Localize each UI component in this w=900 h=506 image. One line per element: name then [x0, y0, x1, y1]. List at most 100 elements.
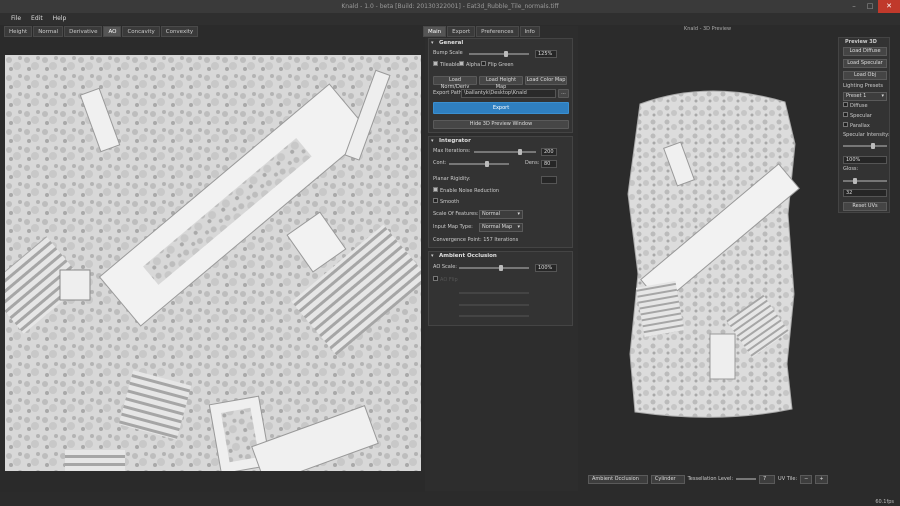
ao-scale-value[interactable]: 100% [535, 264, 557, 272]
menu-edit[interactable]: Edit [26, 13, 48, 25]
smooth-check[interactable] [433, 198, 438, 203]
gloss-value[interactable]: 32 [843, 189, 887, 197]
general-title: General [429, 39, 572, 47]
general-group: General Bump Scale 125% Tileable Alpha F… [428, 38, 573, 133]
hide-preview-button[interactable]: Hide 3D Preview Window [433, 120, 569, 129]
3d-preview-viewport[interactable] [580, 34, 835, 474]
viewport-footer [0, 480, 425, 492]
tab-ao[interactable]: AO [103, 26, 122, 37]
mesh-select[interactable]: Cylinder [650, 474, 685, 484]
max-iterations-knob[interactable] [517, 149, 522, 155]
export-path-label: Export Path: [433, 90, 464, 96]
bump-scale-value[interactable]: 125% [535, 50, 557, 58]
convergence-point: Convergence Point: 157 Iterations [433, 237, 519, 243]
fps-counter: 60.1fps [875, 499, 894, 505]
tab-preferences[interactable]: Preferences [476, 26, 519, 37]
smooth-checkbox[interactable]: Smooth [433, 198, 459, 206]
tab-normal[interactable]: Normal [33, 26, 64, 37]
close-button[interactable]: ✕ [878, 0, 900, 13]
dens-label: Dens: [525, 160, 540, 166]
tileable-check[interactable] [433, 61, 438, 66]
gloss-knob[interactable] [853, 178, 857, 184]
tab-concavity[interactable]: Concavity [122, 26, 160, 37]
flip-green-check[interactable] [481, 61, 486, 66]
tessellation-value[interactable]: 7 [759, 474, 776, 484]
cont-slider[interactable] [449, 161, 509, 167]
export-button[interactable]: Export [433, 102, 569, 114]
tab-export[interactable]: Export [447, 26, 476, 37]
browse-button[interactable]: ... [558, 89, 569, 98]
tab-main[interactable]: Main [423, 26, 447, 37]
max-iterations-value[interactable]: 200 [541, 148, 557, 156]
uv-tile-minus-button[interactable]: − [800, 474, 813, 484]
load-diffuse-button[interactable]: Load Diffuse [843, 47, 887, 56]
tab-height[interactable]: Height [4, 26, 33, 37]
export-path-field[interactable]: \ballantyk\Desktop\Knald Demo\export [461, 89, 556, 98]
tab-convexity[interactable]: Convexity [160, 26, 199, 37]
ao-scale-label: AO Scale: [433, 264, 457, 270]
max-iterations-slider[interactable] [474, 149, 536, 155]
preview-3d-panel: Preview 3D Load Diffuse Load Specular Lo… [838, 37, 890, 213]
ao-flip-checkbox: AO Flip [433, 276, 458, 284]
specular-intensity-knob[interactable] [871, 143, 875, 149]
specular-check[interactable] [843, 112, 848, 117]
lighting-preset-select[interactable]: Preset 1 [843, 92, 887, 101]
load-norm-button[interactable]: Load Norm/Deriv [433, 76, 477, 90]
status-bar: 60.1fps [0, 496, 900, 506]
diffuse-check[interactable] [843, 102, 848, 107]
tab-info[interactable]: Info [519, 26, 540, 37]
ao-map-viewport[interactable] [5, 55, 421, 471]
preview-title: Knald - 3D Preview [683, 26, 732, 32]
noise-reduction-check[interactable] [433, 187, 438, 192]
alpha-label: Alpha [466, 62, 481, 68]
specular-checkbox[interactable]: Specular [843, 112, 872, 119]
flip-green-checkbox[interactable]: Flip Green [481, 61, 514, 69]
specular-intensity-slider[interactable] [843, 143, 887, 149]
tileable-label: Tileable [440, 62, 460, 68]
menu-help[interactable]: Help [48, 13, 72, 25]
ao-scale-knob[interactable] [498, 265, 503, 271]
reset-uvs-button[interactable]: Reset UVs [843, 202, 887, 211]
3d-preview-mesh [627, 90, 800, 418]
tab-derivative[interactable]: Derivative [64, 26, 103, 37]
menu-file[interactable]: File [6, 13, 26, 25]
scale-of-features-select[interactable]: Normal [479, 210, 523, 219]
alpha-checkbox[interactable]: Alpha [459, 61, 480, 69]
ao-flip-check [433, 276, 438, 281]
minimize-button[interactable]: – [846, 0, 862, 13]
specular-intensity-value[interactable]: 100% [843, 156, 887, 164]
ao-disabled-slider-1 [459, 292, 529, 294]
noise-reduction-label: Enable Noise Reduction [440, 188, 500, 194]
load-height-button[interactable]: Load Height Map [479, 76, 523, 90]
dens-value[interactable]: 80 [541, 160, 557, 168]
noise-reduction-checkbox[interactable]: Enable Noise Reduction [433, 187, 499, 195]
title-text: Knald - 1.0 - beta [Build: 20130322001] … [341, 3, 559, 10]
load-color-button[interactable]: Load Color Map [525, 76, 567, 85]
panel-tabs: Main Export Preferences Info [423, 26, 541, 37]
load-specular-button[interactable]: Load Specular [843, 59, 887, 68]
preview-3d-title: Preview 3D [845, 39, 877, 45]
preview-mode-select[interactable]: Ambient Occlusion [588, 474, 648, 484]
gloss-slider[interactable] [843, 178, 887, 184]
integrator-title: Integrator [429, 137, 572, 145]
tessellation-label: Tessellation Level: [687, 476, 734, 482]
uv-tile-plus-button[interactable]: + [815, 474, 828, 484]
alpha-check[interactable] [459, 61, 464, 66]
input-map-type-select[interactable]: Normal Map [479, 223, 523, 232]
bump-scale-slider[interactable] [469, 51, 529, 57]
ao-map-image [5, 55, 421, 471]
smooth-label: Smooth [440, 199, 460, 205]
bump-scale-knob[interactable] [503, 51, 508, 57]
tileable-checkbox[interactable]: Tileable [433, 61, 459, 69]
parallax-checkbox[interactable]: Parallax [843, 122, 870, 129]
specular-intensity-label: Specular Intensity: [843, 132, 890, 138]
ao-disabled-slider-3 [459, 315, 529, 317]
tessellation-slider[interactable] [736, 478, 757, 480]
diffuse-checkbox[interactable]: Diffuse [843, 102, 868, 109]
ao-scale-slider[interactable] [459, 265, 529, 271]
parallax-check[interactable] [843, 122, 848, 127]
load-obj-button[interactable]: Load Obj [843, 71, 887, 80]
cont-knob[interactable] [485, 161, 490, 167]
planar-rigidity-value [541, 176, 557, 184]
maximize-button[interactable]: □ [862, 0, 878, 13]
